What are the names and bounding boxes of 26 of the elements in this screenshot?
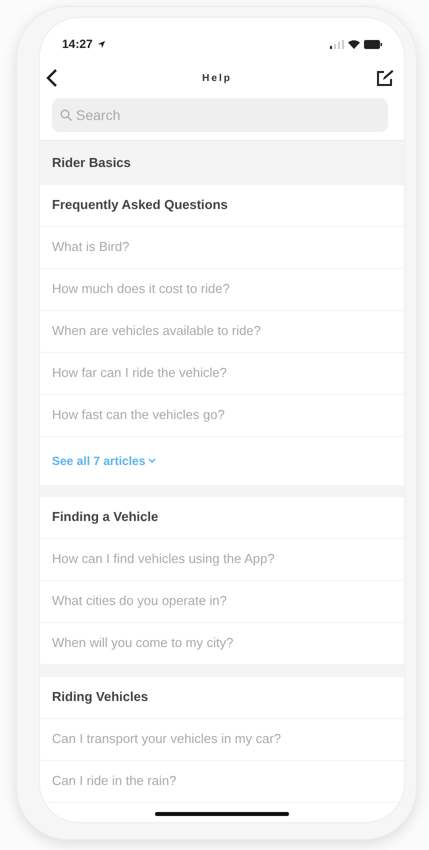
article-link[interactable]: What is Bird? <box>40 226 404 268</box>
section-heading: Riding Vehicles <box>40 676 404 718</box>
category-heading: Rider Basics <box>51 154 132 172</box>
see-all-link[interactable]: See all 7 articles <box>40 436 404 484</box>
back-icon[interactable] <box>46 68 58 88</box>
article-link[interactable]: When will you come to my city? <box>40 622 404 664</box>
section-heading: Finding a Vehicle <box>40 496 404 538</box>
article-link[interactable]: What cities do you operate in? <box>40 580 404 622</box>
section-heading: Frequently Asked Questions <box>40 184 404 226</box>
article-link[interactable]: When are vehicles available to ride? <box>40 310 404 352</box>
wifi-icon <box>348 40 360 48</box>
location-arrow-icon <box>96 40 106 48</box>
status-time: 14:27 <box>62 36 93 53</box>
signal-icon <box>330 40 344 48</box>
article-link[interactable]: Can I transport your vehicles in my car? <box>40 718 404 760</box>
search-field[interactable]: Search <box>52 98 388 132</box>
article-link[interactable]: How can I find vehicles using the App? <box>40 538 404 580</box>
article-link[interactable]: How far can I ride the vehicle? <box>40 352 404 394</box>
compose-icon[interactable] <box>376 69 394 87</box>
chevron-down-icon <box>148 458 156 463</box>
battery-icon <box>364 40 382 48</box>
page-title: Help <box>202 72 232 86</box>
search-icon <box>60 109 72 121</box>
article-link[interactable]: How much does it cost to ride? <box>40 268 404 310</box>
article-link[interactable]: Can I ride in the rain? <box>40 760 404 802</box>
article-link[interactable]: How fast can the vehicles go? <box>40 394 404 436</box>
